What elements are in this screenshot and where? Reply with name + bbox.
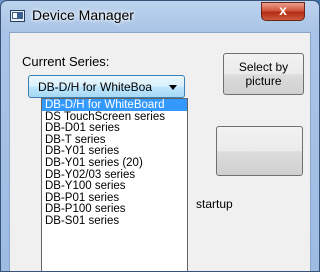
title-bar[interactable]: Device Manager x [1, 1, 319, 31]
series-combobox-value: DB-D/H for WhiteBoa [38, 80, 153, 94]
window-title: Device Manager [32, 7, 134, 23]
app-icon [10, 10, 25, 22]
current-series-label: Current Series: [22, 54, 110, 69]
dropdown-item[interactable]: DB-T series [42, 134, 187, 145]
dropdown-item[interactable]: DS TouchScreen series [42, 111, 187, 122]
partially-hidden-button[interactable] [216, 126, 303, 176]
dropdown-item[interactable]: DB-D01 series [42, 122, 187, 133]
close-button[interactable]: x [261, 2, 305, 21]
series-dropdown-list[interactable]: DB-D/H for WhiteBoard DS TouchScreen seri… [41, 98, 188, 271]
dropdown-item[interactable]: DB-Y01 series (20) [42, 157, 187, 168]
device-manager-window: Device Manager x Current Series: DB-D/H … [0, 0, 320, 272]
dropdown-item[interactable]: DB-Y02/03 series [42, 169, 187, 180]
dropdown-item[interactable]: DB-Y100 series [42, 180, 187, 191]
dropdown-item[interactable]: DB-Y01 series [42, 145, 187, 157]
startup-checkbox-label[interactable]: startup [196, 197, 233, 211]
series-combobox[interactable]: DB-D/H for WhiteBoa [28, 75, 185, 98]
dropdown-item[interactable]: DB-P100 series [42, 203, 187, 215]
dropdown-item[interactable]: DB-D/H for WhiteBoard [42, 99, 187, 111]
dropdown-item[interactable]: DB-P01 series [42, 192, 187, 203]
select-by-picture-button[interactable]: Select by picture [223, 53, 304, 95]
close-icon: x [279, 2, 287, 18]
chevron-down-icon[interactable] [169, 85, 177, 90]
dropdown-item[interactable]: DB-S01 series [42, 215, 187, 226]
